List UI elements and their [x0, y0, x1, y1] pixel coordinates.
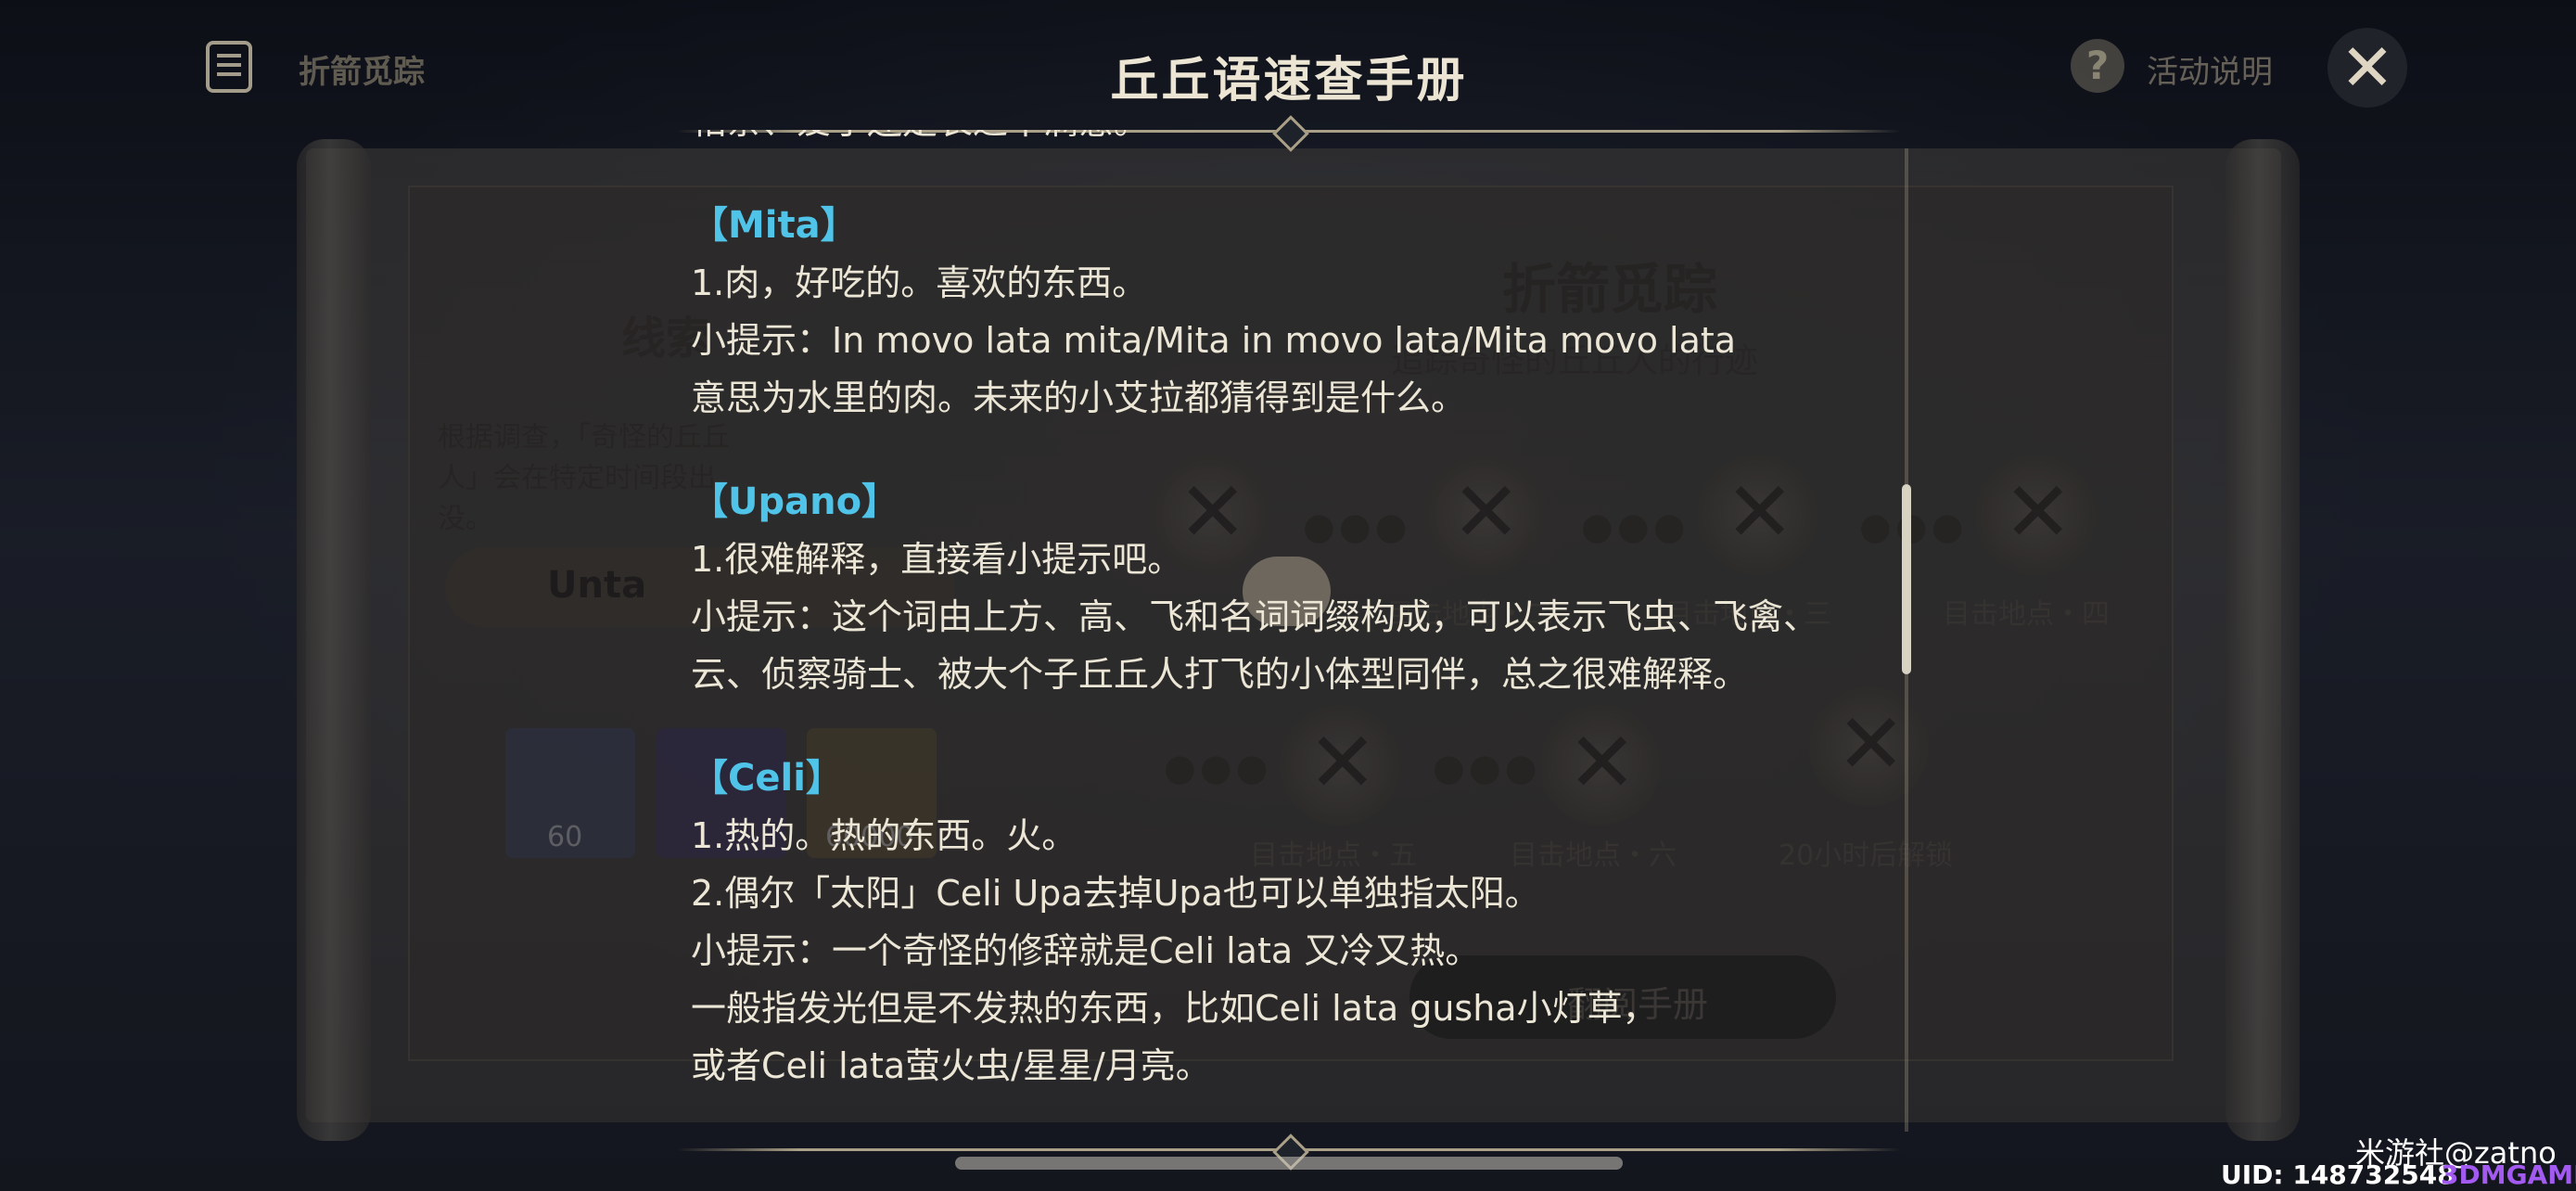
entry-line: 小提示：一个奇怪的修辞就是Celi lata 又冷又热。 — [691, 930, 1481, 971]
entry-line: 小提示：In movo lata mita/Mita in movo lata/… — [691, 320, 1737, 361]
entry-line: 云、侦察骑士、被大个子丘丘人打飞的小体型同伴，总之很难解释。 — [691, 654, 1749, 695]
entry-line: 1.热的。热的东西。火。 — [691, 815, 1078, 856]
scrollbar-thumb[interactable] — [1902, 484, 1911, 674]
entry-heading: 【Upano】 — [691, 480, 899, 523]
entry-line: 或者Celi lata萤火虫/星星/月亮。 — [691, 1045, 1211, 1086]
entry-mita: 【Mita】 1.肉，好吃的。喜欢的东西。 小提示：In movo lata m… — [691, 197, 1896, 427]
entry-line: 1.很难解释，直接看小提示吧。 — [691, 539, 1183, 580]
book-icon[interactable] — [206, 41, 252, 93]
entry-line: 意思为水里的肉。未来的小艾拉都猜得到是什么。 — [691, 378, 1467, 418]
entry-line: 2.偶尔「太阳」Celi Upa去掉Upa也可以单独指太阳。 — [691, 873, 1540, 914]
nav-title: 折箭觅踪 — [299, 54, 425, 91]
entry-heading: 【Mita】 — [691, 204, 858, 247]
close-button[interactable]: ✕ — [2327, 28, 2407, 108]
site-watermark: 3DMGAME — [2441, 1159, 2576, 1190]
home-indicator[interactable] — [955, 1157, 1623, 1170]
entry-line: 1.肉，好吃的。喜欢的东西。 — [691, 263, 1148, 303]
uid-label: UID: 148732548 — [2221, 1159, 2455, 1190]
entry-line: 一般指发光但是不发热的东西，比如Celi lata gusha小灯草， — [691, 988, 1658, 1029]
partial-line: 相亲、爱于还是表达不满意。 — [691, 130, 1896, 150]
entry-heading: 【Celi】 — [691, 757, 843, 800]
help-label[interactable]: 活动说明 — [2147, 46, 2273, 92]
entry-celi: 【Celi】 1.热的。热的东西。火。 2.偶尔「太阳」Celi Upa去掉Up… — [691, 749, 1896, 1095]
page-title: 丘丘语速查手册 — [1110, 53, 1468, 109]
entry-line: 小提示：这个词由上方、高、飞和名词词缀构成，可以表示飞虫、飞禽、 — [691, 596, 1819, 637]
entry-upano: 【Upano】 1.很难解释，直接看小提示吧。 小提示：这个词由上方、高、飞和名… — [691, 473, 1896, 703]
question-icon[interactable]: ? — [2071, 39, 2124, 93]
handbook-text-panel[interactable]: 相亲、爱于还是表达不满意。 【Mita】 1.肉，好吃的。喜欢的东西。 小提示：… — [691, 130, 1896, 1127]
